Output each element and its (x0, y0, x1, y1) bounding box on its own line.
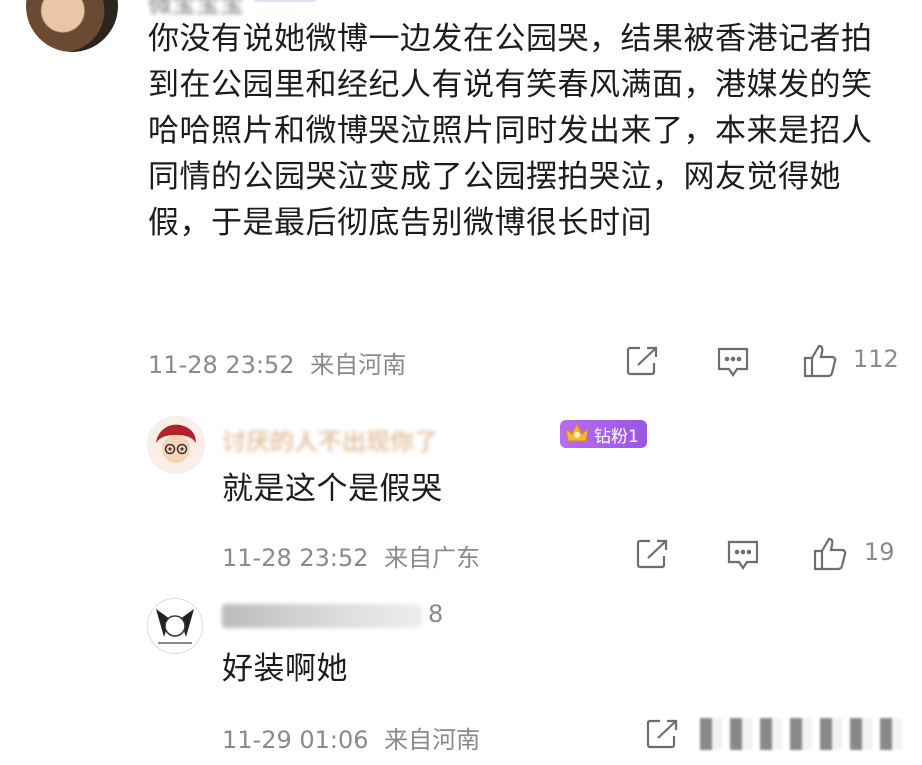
crown-icon (564, 421, 590, 448)
fan-badge: 钻粉1 (560, 420, 647, 448)
comment-text: 好装啊她 (222, 651, 348, 687)
like-count: 112 (853, 345, 899, 373)
comment-meta: 11-28 23:52 来自广东 (222, 538, 480, 573)
like-icon[interactable] (812, 536, 850, 572)
avatar[interactable] (147, 598, 203, 654)
timestamp: 11-28 23:52 (222, 544, 369, 572)
username-suffix: 8 (428, 600, 444, 628)
share-icon[interactable] (636, 538, 670, 570)
location: 来自广东 (384, 544, 481, 572)
share-icon[interactable] (626, 345, 660, 377)
username[interactable] (222, 604, 422, 628)
location: 来自河南 (310, 351, 407, 379)
comment-icon[interactable] (716, 345, 750, 379)
comment-text: 你没有说她微博一边发在公园哭，结果被香港记者拍到在公园里和经纪人有说有笑春风满面… (148, 21, 873, 241)
comment-meta: 11-28 23:52 来自河南 (148, 345, 406, 380)
user-badge (252, 0, 318, 2)
like-count: 19 (864, 538, 895, 566)
timestamp: 11-28 23:52 (148, 351, 295, 379)
masked-actions (700, 718, 910, 750)
avatar[interactable] (147, 416, 205, 474)
comment-icon[interactable] (726, 538, 760, 572)
badge-label: 钻粉1 (594, 426, 639, 447)
comment-meta: 11-29 01:06 来自河南 (222, 720, 480, 755)
location: 来自河南 (384, 726, 481, 754)
username[interactable]: 讨厌的人不出现你了 (222, 422, 438, 457)
comment-text: 就是这个是假哭 (222, 471, 443, 507)
like-icon[interactable] (802, 343, 840, 379)
timestamp: 11-29 01:06 (222, 726, 369, 754)
share-icon[interactable] (646, 718, 680, 750)
avatar[interactable] (26, 0, 118, 52)
